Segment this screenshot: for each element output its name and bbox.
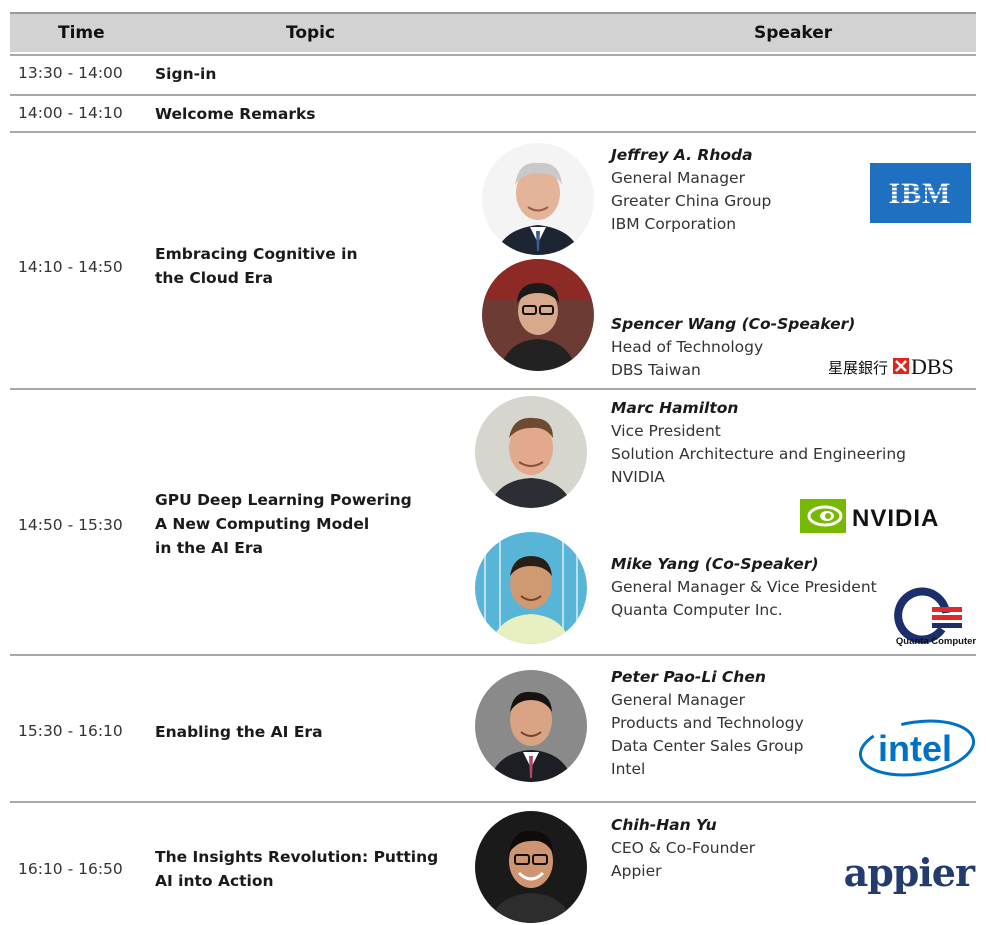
ibm-logo: IBM xyxy=(870,163,971,223)
speaker-name: Chih-Han Yu xyxy=(611,816,717,834)
speaker-line: CEO & Co-Founder xyxy=(611,839,756,857)
speaker-name: Jeffrey A. Rhoda xyxy=(611,146,753,164)
avatar xyxy=(475,532,587,644)
svg-text:IBM: IBM xyxy=(889,177,952,210)
speaker-line: Data Center Sales Group xyxy=(611,737,804,755)
avatar xyxy=(482,259,594,371)
speaker-photo-jeffrey xyxy=(482,143,594,255)
speaker-line: Head of Technology xyxy=(611,338,764,356)
speaker-line: Appier xyxy=(611,862,662,880)
speaker-line: General Manager xyxy=(611,169,745,187)
avatar xyxy=(482,143,594,255)
row-time: 14:00 - 14:10 xyxy=(18,104,123,122)
row-time: 15:30 - 16:10 xyxy=(18,722,123,740)
avatar xyxy=(475,670,587,782)
row-time: 16:10 - 16:50 xyxy=(18,860,123,878)
row-time: 14:50 - 15:30 xyxy=(18,516,123,534)
avatar xyxy=(475,396,587,508)
row-topic: Embracing Cognitive in the Cloud Era xyxy=(155,245,358,287)
row-divider xyxy=(10,654,976,656)
speaker-line: Products and Technology xyxy=(611,714,804,732)
speaker-block: Mike Yang (Co-Speaker) General Manager &… xyxy=(611,553,877,622)
quanta-computer-logo: Quanta Computer xyxy=(884,577,986,647)
row-topic: Enabling the AI Era xyxy=(155,723,323,741)
row-topic: Welcome Remarks xyxy=(155,105,316,123)
speaker-name: Marc Hamilton xyxy=(611,399,739,417)
speaker-line: Intel xyxy=(611,760,646,778)
header-topic: Topic xyxy=(286,23,336,43)
speaker-photo-peter xyxy=(475,670,587,782)
speaker-line: General Manager & Vice President xyxy=(611,578,877,596)
row-divider xyxy=(10,54,976,56)
speaker-line: Vice President xyxy=(611,422,721,440)
row-time: 14:10 - 14:50 xyxy=(18,258,123,276)
svg-text:intel: intel xyxy=(878,728,952,769)
speaker-block: Marc Hamilton Vice President Solution Ar… xyxy=(611,397,906,489)
row-time: 13:30 - 14:00 xyxy=(18,64,123,82)
dbs-logo: 星展銀行 DBS xyxy=(828,353,976,379)
speaker-name: Mike Yang (Co-Speaker) xyxy=(611,555,819,573)
intel-logo: intel xyxy=(855,716,976,782)
speaker-line: Quanta Computer Inc. xyxy=(611,601,783,619)
speaker-photo-chihhan xyxy=(475,811,587,923)
row-divider xyxy=(10,94,976,96)
svg-text:appier: appier xyxy=(844,850,976,895)
speaker-photo-mike xyxy=(475,532,587,644)
speaker-block: Chih-Han Yu CEO & Co-Founder Appier xyxy=(611,814,755,883)
speaker-line: NVIDIA xyxy=(611,468,665,486)
avatar xyxy=(475,811,587,923)
speaker-line: General Manager xyxy=(611,691,745,709)
header-time: Time xyxy=(58,23,105,43)
table-header: Time Topic Speaker xyxy=(10,12,976,52)
speaker-name: Peter Pao-Li Chen xyxy=(611,668,766,686)
appier-logo: appier xyxy=(836,842,977,900)
speaker-line: Greater China Group xyxy=(611,192,772,210)
speaker-line: Solution Architecture and Engineering xyxy=(611,445,906,463)
svg-text:DBS: DBS xyxy=(911,354,954,379)
row-divider xyxy=(10,131,976,133)
row-topic: GPU Deep Learning Powering A New Computin… xyxy=(155,491,412,557)
speaker-photo-marc xyxy=(475,396,587,508)
speaker-line: DBS Taiwan xyxy=(611,361,701,379)
row-divider xyxy=(10,801,976,803)
nvidia-logo: NVIDIA xyxy=(800,499,976,533)
header-speaker: Speaker xyxy=(754,23,833,43)
speaker-block: Peter Pao-Li Chen General Manager Produc… xyxy=(611,666,804,781)
speaker-block: Spencer Wang (Co-Speaker) Head of Techno… xyxy=(611,313,855,382)
row-topic: Sign-in xyxy=(155,65,217,83)
svg-text:星展銀行: 星展銀行 xyxy=(828,359,888,377)
speaker-block: Jeffrey A. Rhoda General Manager Greater… xyxy=(611,144,771,236)
speaker-photo-spencer xyxy=(482,259,594,371)
row-divider xyxy=(10,388,976,390)
row-topic: The Insights Revolution: Putting AI into … xyxy=(155,848,439,890)
speaker-line: IBM Corporation xyxy=(611,215,737,233)
svg-text:Quanta Computer: Quanta Computer xyxy=(896,636,977,647)
speaker-name: Spencer Wang (Co-Speaker) xyxy=(611,315,856,333)
svg-text:NVIDIA: NVIDIA xyxy=(852,505,939,532)
